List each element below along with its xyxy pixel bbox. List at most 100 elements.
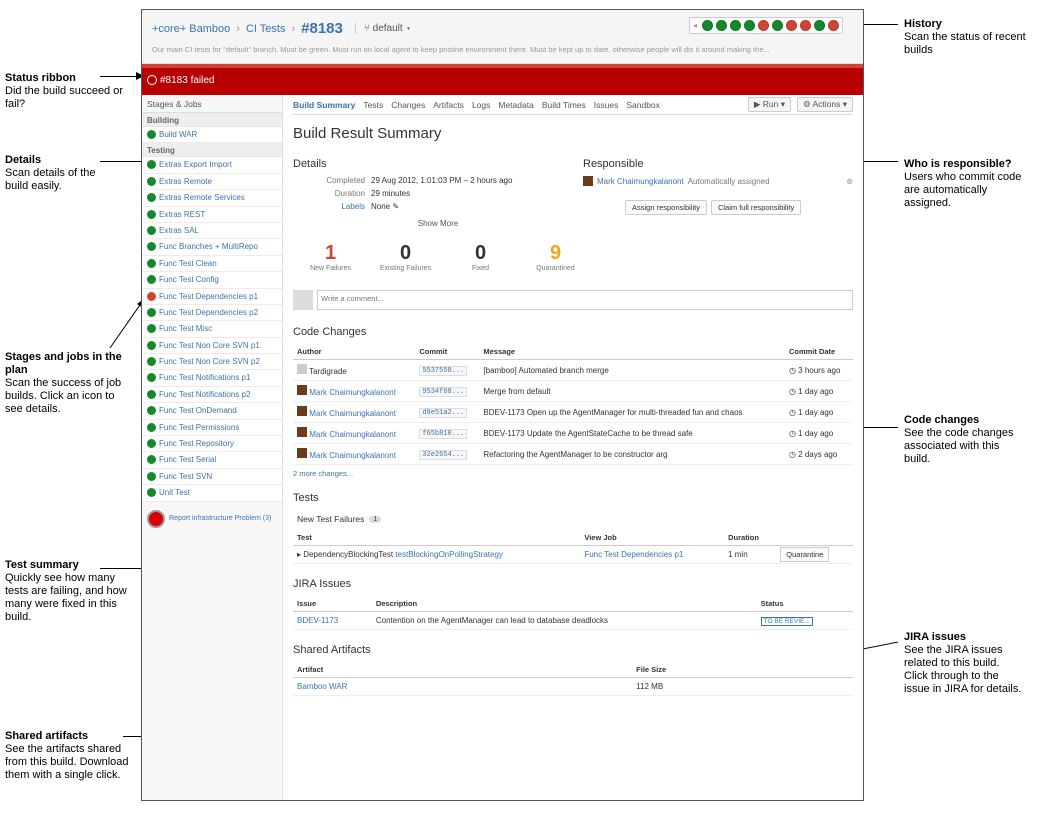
success-icon[interactable] <box>147 324 156 334</box>
job-item[interactable]: Func Test Notifications p2 <box>142 386 282 404</box>
success-icon[interactable] <box>147 258 156 268</box>
success-icon[interactable] <box>147 389 156 399</box>
success-icon[interactable] <box>147 242 156 252</box>
success-icon[interactable] <box>147 130 156 139</box>
tab-changes[interactable]: Changes <box>391 100 425 110</box>
job-item[interactable]: Extras Remote Services <box>142 190 282 207</box>
stat-block[interactable]: 0 Existing Failures <box>378 242 433 272</box>
failed-icon[interactable] <box>147 291 156 301</box>
job-item[interactable]: Func Branches + MultiRepo <box>142 239 282 256</box>
success-icon[interactable] <box>147 422 156 432</box>
author-name[interactable]: Mark Chaimungkalanont <box>309 388 396 397</box>
quarantine-button[interactable]: Quarantine <box>780 547 830 562</box>
success-icon[interactable] <box>147 406 156 416</box>
success-icon[interactable] <box>147 455 156 465</box>
labels-link[interactable]: Labels <box>293 202 365 211</box>
job-item[interactable]: Func Test Non Core SVN p2 <box>142 354 282 371</box>
stat-block[interactable]: 9 Quarantined <box>528 242 583 272</box>
tab-sandbox[interactable]: Sandbox <box>626 100 660 110</box>
job-item[interactable]: Func Test OnDemand <box>142 403 282 420</box>
job-item[interactable]: Func Test Non Core SVN p1 <box>142 337 282 355</box>
author-name[interactable]: Mark Chaimungkalanont <box>309 430 396 439</box>
success-icon[interactable] <box>147 373 156 383</box>
history-prev-icon[interactable]: ◂ <box>693 21 697 30</box>
run-button[interactable]: ▶ Run ▾ <box>747 97 791 112</box>
stat-block[interactable]: 0 Fixed <box>453 242 508 272</box>
job-item[interactable]: Build WAR <box>142 127 282 144</box>
job-item[interactable]: Func Test Serial <box>142 452 282 469</box>
show-more-link[interactable]: Show More <box>293 219 583 228</box>
build-success-icon[interactable] <box>702 20 713 31</box>
more-changes-link[interactable]: 2 more changes... <box>293 469 853 478</box>
job-item[interactable]: Func Test Misc <box>142 321 282 338</box>
build-failed-icon[interactable] <box>828 20 839 31</box>
build-failed-icon[interactable] <box>758 20 769 31</box>
commit-hash[interactable]: 5537558... <box>419 366 468 376</box>
job-item[interactable]: Func Test Notifications p1 <box>142 370 282 387</box>
claim-responsibility-button[interactable]: Claim full responsibility <box>710 200 802 215</box>
build-success-icon[interactable] <box>716 20 727 31</box>
job-item[interactable]: Extras Export Import <box>142 157 282 174</box>
page-title: Build Result Summary <box>293 125 442 142</box>
view-job-link[interactable]: Func Test Dependencies p1 <box>580 545 725 564</box>
job-item[interactable]: Unit Test <box>142 485 282 502</box>
column-header: Artifact <box>293 662 633 678</box>
tab-build-times[interactable]: Build Times <box>542 100 586 110</box>
job-item[interactable]: Func Test Dependencies p1 <box>142 288 282 305</box>
remove-icon[interactable]: ⊗ <box>846 177 853 186</box>
responsible-user[interactable]: Mark Chaimungkalanont <box>597 177 684 186</box>
tab-build-summary[interactable]: Build Summary <box>293 100 355 110</box>
tab-logs[interactable]: Logs <box>472 100 490 110</box>
comment-input[interactable]: Write a comment... <box>317 290 853 310</box>
success-icon[interactable] <box>147 307 156 317</box>
commit-hash[interactable]: 9534f08... <box>419 387 468 397</box>
success-icon[interactable] <box>147 209 156 219</box>
author-name[interactable]: Mark Chaimungkalanont <box>309 409 396 418</box>
build-success-icon[interactable] <box>730 20 741 31</box>
issue-link[interactable]: BDEV-1173 <box>293 611 372 630</box>
success-icon[interactable] <box>147 439 156 449</box>
success-icon[interactable] <box>147 176 156 186</box>
job-item[interactable]: Func Test Permissions <box>142 419 282 437</box>
success-icon[interactable] <box>147 488 156 498</box>
report-problem-button[interactable]: Report infrastructure Problem (3) <box>142 502 282 536</box>
build-success-icon[interactable] <box>772 20 783 31</box>
tab-metadata[interactable]: Metadata <box>498 100 533 110</box>
build-failed-icon[interactable] <box>786 20 797 31</box>
tab-artifacts[interactable]: Artifacts <box>433 100 464 110</box>
job-item[interactable]: Func Test Config <box>142 272 282 289</box>
author-name[interactable]: Mark Chaimungkalanont <box>309 451 396 460</box>
success-icon[interactable] <box>147 357 156 367</box>
job-item[interactable]: Func Test Clean <box>142 255 282 273</box>
actions-button[interactable]: ⚙ Actions ▾ <box>796 97 853 112</box>
stat-block[interactable]: 1 New Failures <box>303 242 358 272</box>
job-item[interactable]: Extras SAL <box>142 222 282 240</box>
job-item[interactable]: Func Test SVN <box>142 468 282 486</box>
commit-hash[interactable]: f65b810... <box>419 429 468 439</box>
tab-issues[interactable]: Issues <box>594 100 619 110</box>
artifact-link[interactable]: Bamboo WAR <box>293 677 633 696</box>
commit-hash[interactable]: 32e2654... <box>419 450 468 460</box>
success-icon[interactable] <box>147 340 156 350</box>
assign-responsibility-button[interactable]: Assign responsibility <box>625 200 707 215</box>
pencil-icon[interactable]: ✎ <box>392 202 399 211</box>
commit-hash[interactable]: d8e51a2... <box>419 408 468 418</box>
success-icon[interactable] <box>147 275 156 285</box>
build-success-icon[interactable] <box>744 20 755 31</box>
panic-button-icon[interactable] <box>147 509 165 528</box>
success-icon[interactable] <box>147 193 156 203</box>
breadcrumb-plan[interactable]: CI Tests <box>246 23 286 35</box>
tab-tests[interactable]: Tests <box>363 100 383 110</box>
test-method[interactable]: testBlockingOnPollingStrategy <box>395 550 503 559</box>
success-icon[interactable] <box>147 471 156 481</box>
build-failed-icon[interactable] <box>800 20 811 31</box>
success-icon[interactable] <box>147 160 156 170</box>
job-item[interactable]: Extras Remote <box>142 173 282 191</box>
job-item[interactable]: Extras REST <box>142 206 282 223</box>
success-icon[interactable] <box>147 225 156 235</box>
job-item[interactable]: Func Test Repository <box>142 436 282 453</box>
branch-selector[interactable]: ⑂ default ▾ <box>354 23 411 34</box>
job-item[interactable]: Func Test Dependencies p2 <box>142 304 282 322</box>
breadcrumb-project[interactable]: +core+ Bamboo <box>152 23 230 35</box>
build-success-icon[interactable] <box>814 20 825 31</box>
